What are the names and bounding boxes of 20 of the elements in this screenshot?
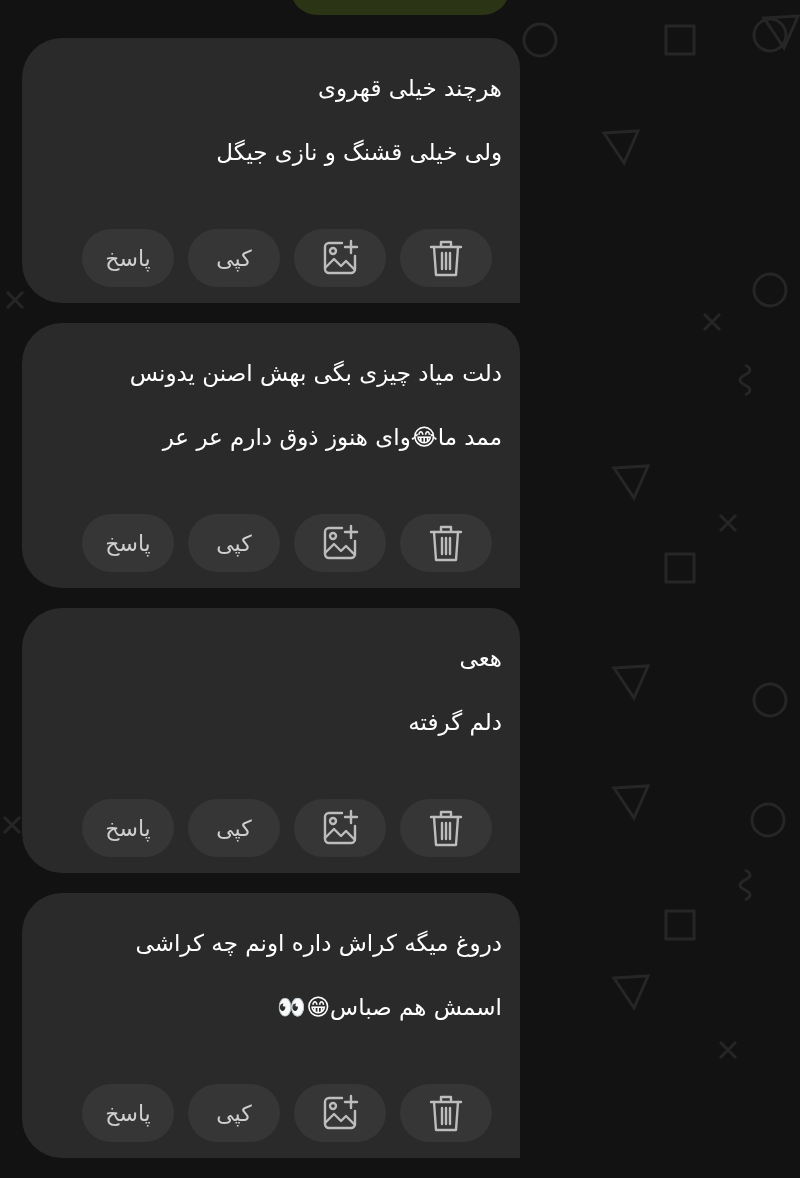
message-text: ولی خیلی قشنگ و نازی جیگل	[215, 138, 502, 168]
action-button[interactable]: کپی	[188, 229, 280, 287]
action-button[interactable]: پاسخ	[82, 1084, 174, 1142]
message-text: ممد ما😂وای هنوز ذوق دارم عر عر	[160, 423, 502, 453]
trash-icon	[428, 1093, 464, 1133]
trash-icon	[428, 238, 464, 278]
message-text: هرچند خیلی قهروی	[317, 74, 502, 104]
action-button[interactable]: پاسخ	[82, 514, 174, 572]
action-button[interactable]: کپی	[188, 799, 280, 857]
action-button[interactable]: پاسخ	[82, 799, 174, 857]
trash-icon	[428, 808, 464, 848]
trash-icon	[428, 523, 464, 563]
action-button[interactable]: پاسخ	[82, 229, 174, 287]
message-text: هعی	[458, 644, 502, 673]
action-button[interactable]: کپی	[188, 1084, 280, 1142]
message-text: دلت میاد چیزی بگی بهش اصنن یدونس	[128, 359, 502, 389]
action-button[interactable]: کپی	[188, 514, 280, 572]
message-text: دلم گرفته	[407, 708, 502, 738]
message-text: دروغ میگه کراش داره اونم چه کراشی	[134, 929, 502, 959]
message-text: اسمش هم صباس😁👀	[276, 993, 502, 1023]
